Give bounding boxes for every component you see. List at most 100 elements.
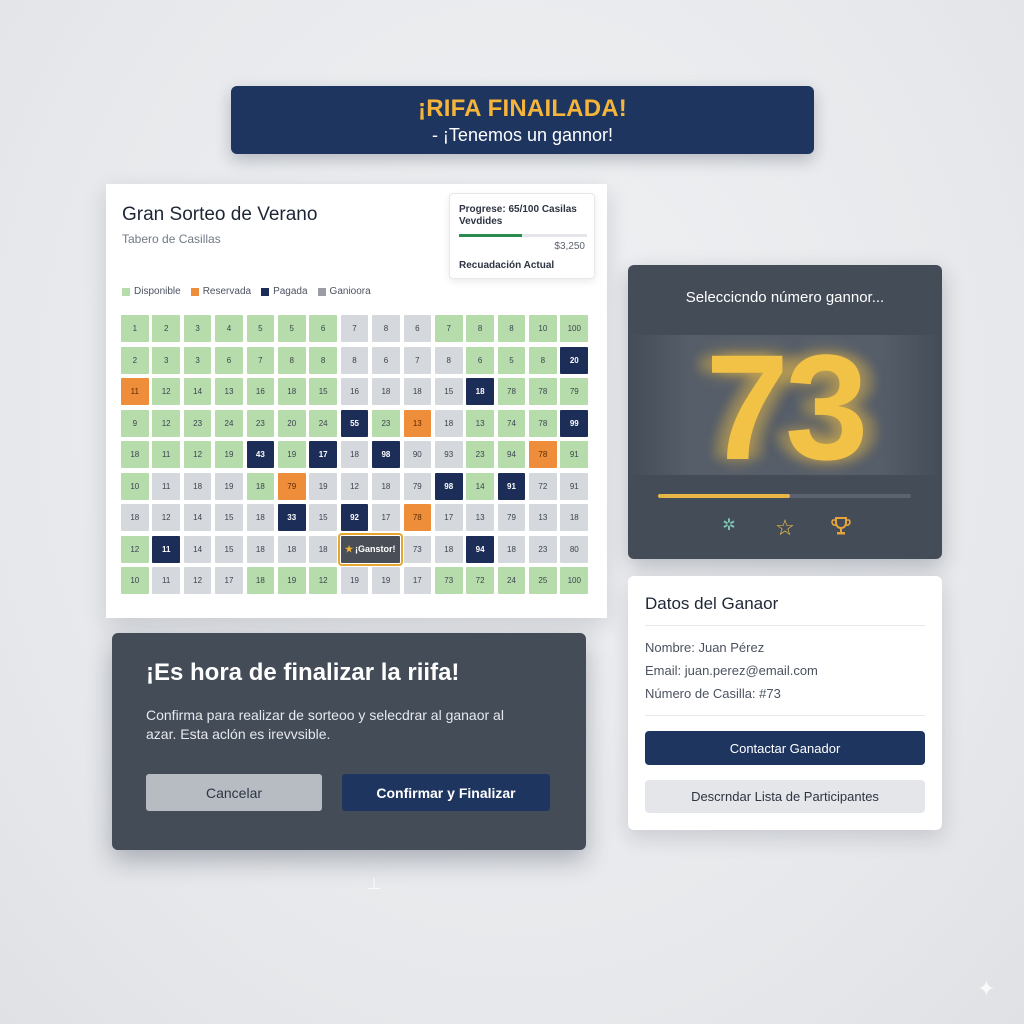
contact-winner-button[interactable]: Contactar Ganador (645, 731, 925, 765)
raffle-cell[interactable]: 18 (560, 504, 589, 531)
raffle-cell[interactable]: 12 (183, 441, 212, 468)
raffle-cell[interactable]: 78 (403, 504, 432, 531)
raffle-cell[interactable]: 43 (246, 441, 275, 468)
raffle-cell[interactable]: 18 (246, 472, 275, 500)
raffle-cell[interactable]: 24 (215, 409, 243, 437)
raffle-cell[interactable]: 93 (434, 441, 463, 468)
raffle-cell[interactable]: 17 (434, 504, 463, 531)
raffle-cell[interactable]: 6 (372, 346, 400, 374)
raffle-cell[interactable]: 91 (560, 472, 589, 500)
raffle-cell[interactable]: 19 (340, 567, 369, 594)
confirm-finalize-button[interactable]: Confirmar y Finalizar (342, 774, 550, 811)
raffle-cell[interactable]: 1 (121, 315, 149, 342)
raffle-cell[interactable]: 7 (246, 346, 275, 374)
raffle-cell[interactable]: 18 (121, 441, 149, 468)
raffle-cell[interactable]: 15 (309, 504, 337, 531)
raffle-cell[interactable]: 23 (529, 535, 557, 563)
raffle-cell[interactable]: 15 (215, 535, 243, 563)
raffle-cell[interactable]: 8 (466, 315, 494, 342)
raffle-cell[interactable]: 2 (152, 315, 180, 342)
raffle-cell[interactable]: 19 (215, 472, 243, 500)
raffle-cell[interactable]: 100 (560, 567, 589, 594)
raffle-cell[interactable]: 6 (403, 315, 432, 342)
raffle-cell[interactable]: 16 (246, 378, 275, 405)
raffle-cell[interactable]: 5 (497, 346, 526, 374)
raffle-cell[interactable]: 5 (277, 315, 306, 342)
raffle-cell[interactable]: 73 (434, 567, 463, 594)
raffle-cell[interactable]: 19 (372, 567, 400, 594)
raffle-cell[interactable]: 18 (434, 535, 463, 563)
raffle-cell[interactable]: 6 (215, 346, 243, 374)
raffle-cell[interactable]: 78 (529, 378, 557, 405)
raffle-cell[interactable]: 10 (121, 567, 149, 594)
raffle-cell[interactable]: 33 (277, 504, 306, 531)
raffle-cell[interactable]: 13 (529, 504, 557, 531)
raffle-cell[interactable]: 7 (340, 315, 369, 342)
raffle-cell[interactable]: 18 (309, 535, 337, 563)
raffle-cell[interactable]: 98 (434, 472, 463, 500)
raffle-cell[interactable]: 8 (497, 315, 526, 342)
raffle-cell[interactable]: 17 (403, 567, 432, 594)
raffle-cell[interactable]: 16 (340, 378, 369, 405)
raffle-cell[interactable]: 13 (466, 409, 494, 437)
raffle-cell[interactable]: 12 (152, 378, 180, 405)
raffle-cell[interactable]: 12 (340, 472, 369, 500)
raffle-cell[interactable]: 78 (497, 378, 526, 405)
raffle-cell[interactable]: 78 (529, 409, 557, 437)
raffle-cell[interactable]: 25 (529, 567, 557, 594)
raffle-cell[interactable]: 13 (215, 378, 243, 405)
raffle-cell[interactable]: 9 (121, 409, 149, 437)
raffle-cell[interactable]: 11 (152, 441, 180, 468)
raffle-cell[interactable]: 11 (152, 472, 180, 500)
raffle-cell[interactable]: 19 (309, 472, 337, 500)
raffle-cell[interactable]: 7 (403, 346, 432, 374)
raffle-cell[interactable]: 18 (403, 378, 432, 405)
raffle-cell[interactable]: 11 (152, 535, 180, 563)
raffle-cell[interactable]: 18 (246, 567, 275, 594)
raffle-cell[interactable]: 3 (183, 315, 212, 342)
raffle-cell[interactable]: 11 (121, 378, 149, 405)
download-participants-button[interactable]: Descrndar Lista de Participantes (645, 780, 925, 813)
raffle-cell[interactable]: 12 (121, 535, 149, 563)
raffle-cell[interactable]: 78 (529, 441, 557, 468)
raffle-cell[interactable]: 92 (340, 504, 369, 531)
raffle-cell[interactable]: 12 (152, 504, 180, 531)
raffle-cell[interactable]: 17 (372, 504, 400, 531)
raffle-cell[interactable]: 18 (372, 378, 400, 405)
raffle-cell[interactable]: 14 (466, 472, 494, 500)
raffle-cell[interactable]: 18 (183, 472, 212, 500)
raffle-cell[interactable]: 94 (466, 535, 494, 563)
raffle-cell[interactable]: 3 (152, 346, 180, 374)
raffle-cell[interactable]: 79 (560, 378, 589, 405)
raffle-cell[interactable]: 15 (309, 378, 337, 405)
raffle-cell[interactable]: 79 (277, 472, 306, 500)
raffle-cell[interactable]: 100 (560, 315, 589, 342)
raffle-cell[interactable]: 10 (529, 315, 557, 342)
raffle-cell[interactable]: 15 (434, 378, 463, 405)
winner-cell[interactable]: ★ ¡Ganstor! (337, 532, 403, 566)
raffle-cell[interactable]: 10 (121, 472, 149, 500)
raffle-cell[interactable]: 91 (497, 472, 526, 500)
raffle-cell[interactable]: 11 (152, 567, 180, 594)
raffle-cell[interactable]: 18 (497, 535, 526, 563)
raffle-cell[interactable]: 14 (183, 535, 212, 563)
raffle-cell[interactable]: 55 (340, 409, 369, 437)
raffle-cell[interactable]: 19 (215, 441, 243, 468)
raffle-cell[interactable]: 24 (497, 567, 526, 594)
raffle-cell[interactable]: 72 (466, 567, 494, 594)
raffle-cell[interactable]: 80 (560, 535, 589, 563)
raffle-cell[interactable]: 18 (277, 535, 306, 563)
raffle-cell[interactable]: 24 (309, 409, 337, 437)
raffle-cell[interactable]: 79 (403, 472, 432, 500)
raffle-cell[interactable]: 73 (403, 535, 432, 563)
raffle-cell[interactable]: 15 (215, 504, 243, 531)
raffle-cell[interactable]: 12 (152, 409, 180, 437)
raffle-cell[interactable]: 99 (560, 409, 589, 437)
cancel-button[interactable]: Cancelar (146, 774, 322, 811)
raffle-cell[interactable]: 18 (246, 535, 275, 563)
raffle-cell[interactable]: 4 (215, 315, 243, 342)
raffle-cell[interactable]: 18 (434, 409, 463, 437)
raffle-cell[interactable]: 3 (183, 346, 212, 374)
raffle-cell[interactable]: 13 (466, 504, 494, 531)
raffle-cell[interactable]: 12 (309, 567, 337, 594)
